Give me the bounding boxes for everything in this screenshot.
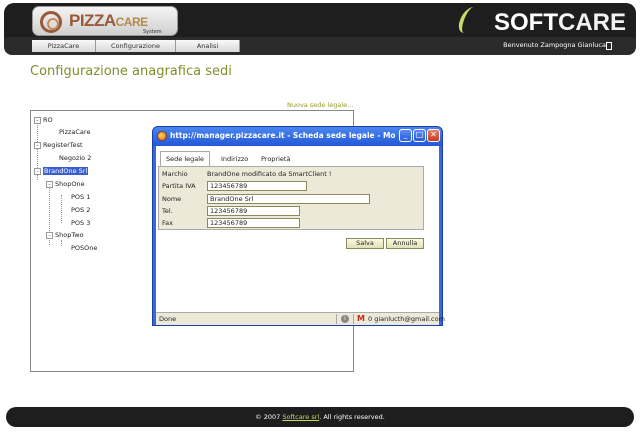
tree-node[interactable]: PizzaCare [59, 127, 90, 138]
tree-node[interactable]: POS 1 [71, 192, 90, 203]
tree-node[interactable]: - RO [34, 115, 53, 126]
save-button[interactable]: Salva [346, 238, 384, 249]
collapse-icon[interactable]: - [34, 141, 41, 149]
tree-node[interactable]: POS 3 [71, 218, 90, 229]
welcome-text: Benvenuto Zampogna Gianluca [503, 41, 606, 49]
gmail-icon[interactable]: M [357, 314, 365, 323]
tree-node-selected[interactable]: - BrandOne Srl [34, 166, 89, 177]
tab-indirizzo[interactable]: Indirizzo [216, 153, 253, 166]
tab-bar: Sede legale Indirizzo Proprietà [160, 151, 430, 167]
tree-node[interactable]: - ShopOne [46, 179, 85, 190]
logout-icon[interactable] [606, 42, 612, 50]
footer-text: © 2007 Softcare srl. All rights reserved… [255, 413, 385, 421]
collapse-icon[interactable]: - [34, 116, 41, 124]
main-nav: PizzaCare Configurazione Analisi [32, 40, 240, 52]
nav-item-pizzacare[interactable]: PizzaCare [32, 40, 96, 52]
sede-legale-form: Marchio BrandOne modificato da SmartClie… [158, 166, 424, 230]
nome-field[interactable]: BrandOne Srl [207, 194, 370, 204]
tab-sede-legale[interactable]: Sede legale [160, 151, 211, 167]
logo-text: PIZZACARE [69, 11, 148, 30]
firefox-icon [157, 131, 167, 141]
gmail-status[interactable]: 0 gianlucth@gmail.com [368, 315, 445, 323]
logo-subtitle: System [143, 29, 162, 35]
softcare-swoosh-icon [455, 7, 483, 33]
nav-bar: PizzaCare Configurazione Analisi Benvenu… [4, 37, 636, 55]
page-title: Configurazione anagrafica sedi [30, 64, 232, 79]
tel-label: Tel. [162, 207, 173, 215]
collapse-icon[interactable]: - [34, 167, 41, 175]
window-title: http://manager.pizzacare.it - Scheda sed… [170, 131, 395, 140]
collapse-icon[interactable]: - [46, 180, 53, 188]
collapse-icon[interactable]: - [46, 231, 53, 239]
fax-field[interactable]: 123456789 [207, 218, 300, 228]
partita-iva-field[interactable]: 123456789 [207, 181, 307, 191]
window-content: Sede legale Indirizzo Proprietà Marchio … [156, 146, 439, 312]
status-text: Done [159, 315, 177, 323]
tree-node[interactable]: - ShopTwo [46, 230, 84, 241]
tree-node[interactable]: - RegisterTest [34, 140, 83, 151]
tab-proprieta[interactable]: Proprietà [256, 153, 295, 166]
status-bar: Done i M 0 gianlucth@gmail.com [156, 312, 445, 325]
tel-field[interactable]: 123456789 [207, 206, 300, 216]
marchio-value: BrandOne modificato da SmartClient ! [207, 170, 332, 178]
close-button[interactable]: ✕ [427, 129, 440, 142]
fax-label: Fax [162, 219, 173, 227]
window-title-bar[interactable]: http://manager.pizzacare.it - Scheda sed… [153, 127, 442, 146]
softcare-brand: SOFTCARE [493, 9, 626, 36]
maximize-button[interactable]: □ [413, 129, 426, 142]
pizza-logo-icon [40, 11, 62, 33]
softcare-link[interactable]: Softcare srl [282, 413, 319, 421]
new-sede-legale-link[interactable]: Nuova sede legale... [287, 101, 353, 109]
pizzacare-logo[interactable]: PIZZACARE System [32, 6, 178, 36]
header: PIZZACARE System SOFTCARE PizzaCare Conf… [4, 3, 636, 55]
partita-iva-label: Partita IVA [162, 182, 196, 190]
sede-legale-window: http://manager.pizzacare.it - Scheda sed… [152, 126, 445, 326]
tree-node[interactable]: Negozio 2 [59, 153, 91, 164]
cancel-button[interactable]: Annulla [386, 238, 424, 249]
marchio-label: Marchio [162, 170, 188, 178]
nav-item-analisi[interactable]: Analisi [176, 40, 240, 52]
nome-label: Nome [162, 195, 182, 203]
nav-item-configurazione[interactable]: Configurazione [96, 40, 176, 52]
minimize-button[interactable]: _ [399, 129, 412, 142]
tree-node[interactable]: POSOne [71, 243, 97, 254]
footer: © 2007 Softcare srl. All rights reserved… [6, 407, 634, 427]
header-bar: PIZZACARE System SOFTCARE [4, 3, 636, 39]
tree-node[interactable]: POS 2 [71, 205, 90, 216]
info-icon[interactable]: i [341, 315, 349, 323]
